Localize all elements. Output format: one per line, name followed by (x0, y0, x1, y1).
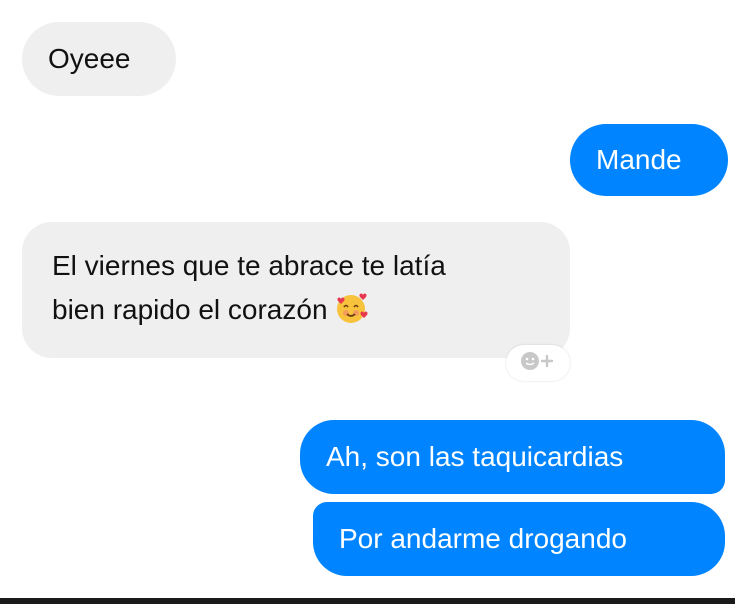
message-text-line: bien rapido el corazón (52, 288, 570, 332)
message-bubble-outgoing[interactable]: Ah, son las taquicardias (300, 420, 725, 494)
message-text-line: El viernes que te abrace te latía (52, 250, 446, 281)
message-bubble-incoming[interactable]: El viernes que te abrace te latía bien r… (22, 222, 570, 358)
message-text: Mande (596, 144, 682, 175)
bottom-divider (0, 598, 735, 604)
add-reaction-button[interactable] (506, 345, 570, 381)
message-bubble-incoming[interactable]: Oyeee (22, 22, 176, 96)
smiling-face-with-hearts-icon (334, 291, 368, 325)
message-bubble-outgoing[interactable]: Por andarme drogando (313, 502, 725, 576)
add-reaction-icon (516, 349, 560, 378)
message-text: Ah, son las taquicardias (326, 441, 624, 472)
message-text: Oyeee (48, 43, 131, 74)
message-text: bien rapido el corazón (52, 294, 328, 325)
message-bubble-outgoing[interactable]: Mande (570, 124, 728, 196)
message-text: Por andarme drogando (339, 523, 627, 554)
